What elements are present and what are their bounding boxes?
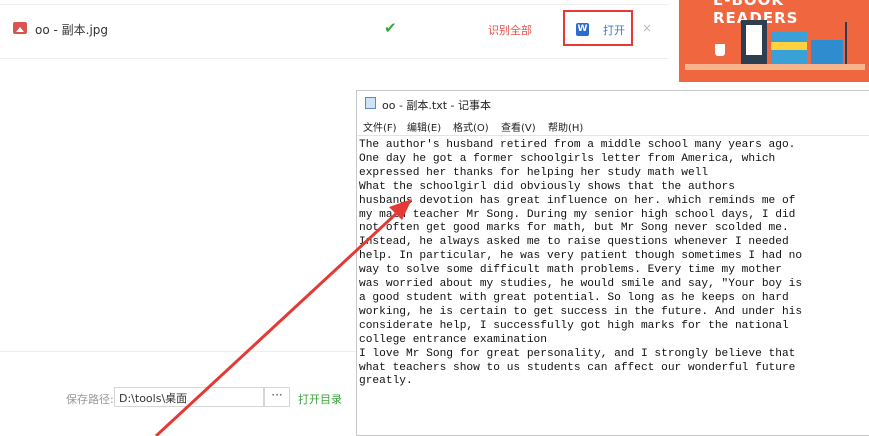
menu-format[interactable]: 格式(O)	[453, 119, 489, 134]
lamp-illustration	[845, 22, 847, 64]
notepad-text-area[interactable]: The author's husband retired from a midd…	[359, 139, 869, 389]
save-path-input[interactable]: D:\tools\桌面	[114, 387, 264, 407]
notepad-window[interactable]: oo - 副本.txt - 记事本 文件(F) 编辑(E) 格式(O) 查看(V…	[356, 90, 869, 436]
open-directory-link[interactable]: 打开目录	[298, 391, 342, 407]
check-icon: ✔	[384, 19, 397, 37]
book-illustration	[771, 42, 807, 50]
notepad-icon	[365, 97, 376, 109]
book-illustration	[811, 40, 843, 64]
recognize-all-button[interactable]: 识别全部	[488, 22, 532, 38]
notepad-menubar: 文件(F) 编辑(E) 格式(O) 查看(V) 帮助(H)	[357, 115, 869, 136]
browse-button[interactable]: ···	[264, 387, 290, 407]
image-file-icon	[13, 22, 27, 34]
cup-illustration	[715, 44, 725, 56]
menu-view[interactable]: 查看(V)	[501, 119, 536, 134]
word-icon[interactable]: W	[576, 23, 589, 36]
ebook-banner[interactable]: E-BOOK READERS	[679, 0, 869, 82]
notepad-title: oo - 副本.txt - 记事本	[382, 99, 492, 112]
open-button[interactable]: 打开	[603, 22, 625, 38]
ereader-illustration	[741, 20, 767, 64]
notepad-titlebar[interactable]: oo - 副本.txt - 记事本	[357, 91, 869, 115]
file-name: oo - 副本.jpg	[35, 23, 109, 37]
bottom-divider	[0, 351, 356, 352]
save-path-label: 保存路径:	[66, 393, 114, 406]
shelf-illustration	[685, 64, 865, 70]
menu-file[interactable]: 文件(F)	[363, 119, 397, 134]
file-row: oo - 副本.jpg ✔ 识别全部 W 打开 ×	[0, 0, 668, 59]
close-icon[interactable]: ×	[642, 21, 652, 35]
menu-help[interactable]: 帮助(H)	[548, 119, 583, 134]
menu-edit[interactable]: 编辑(E)	[407, 119, 441, 134]
